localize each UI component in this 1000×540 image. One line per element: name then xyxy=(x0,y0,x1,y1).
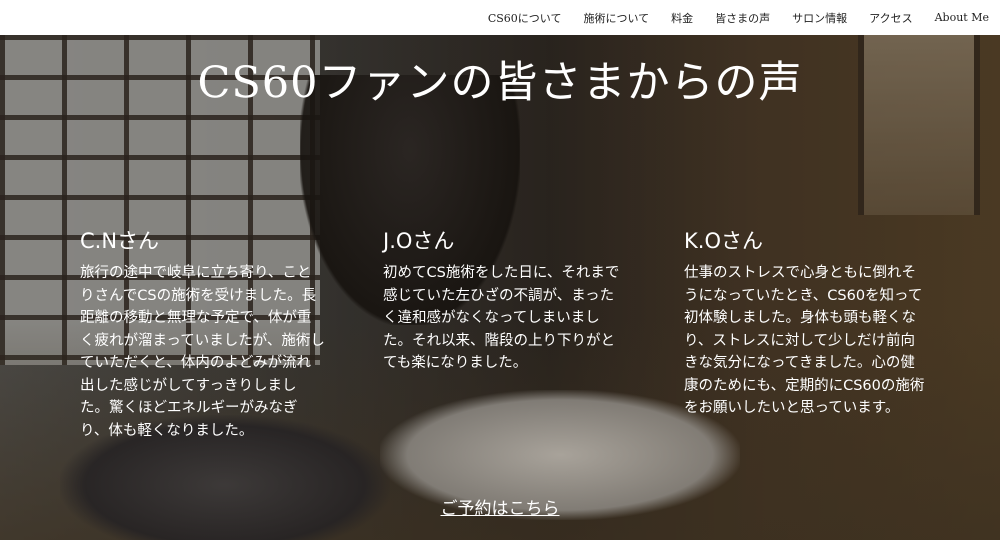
testimonial-text: 旅行の途中で岐阜に立ち寄り、ことりさんでCSの施術を受けました。長距離の移動と無… xyxy=(80,265,325,439)
nav-item-treatment[interactable]: 施術について xyxy=(583,10,649,26)
page-title: CS60ファンの皆さまからの声 xyxy=(197,58,803,108)
nav-item-about-cs60[interactable]: CS60について xyxy=(488,10,562,26)
testimonial-card: C.Nさん 旅行の途中で岐阜に立ち寄り、ことりさんでCSの施術を受けました。長距… xyxy=(80,228,325,442)
nav-item-pricing[interactable]: 料金 xyxy=(671,10,693,26)
nav-item-access[interactable]: アクセス xyxy=(869,10,912,26)
testimonial-name: J.Oさん xyxy=(383,229,455,253)
nav-item-testimonials[interactable]: 皆さまの声 xyxy=(715,10,770,26)
hero-section: CS60ファンの皆さまからの声 C.Nさん 旅行の途中で岐阜に立ち寄り、ことりさ… xyxy=(0,35,1000,540)
testimonial-card: K.Oさん 仕事のストレスで心身ともに倒れそうになっていたとき、CS60を知って… xyxy=(684,228,929,420)
testimonial-card: J.Oさん 初めてCS施術をした日に、それまで感じていた左ひざの不調が、まったく… xyxy=(383,228,628,375)
testimonial-text: 初めてCS施術をした日に、それまで感じていた左ひざの不調が、まったく違和感がなく… xyxy=(383,265,620,371)
top-navigation: CS60について 施術について 料金 皆さまの声 サロン情報 アクセス Abou… xyxy=(0,0,1000,35)
reservation-link-wrapper: ご予約はこちら xyxy=(0,494,1000,519)
testimonial-name: C.Nさん xyxy=(80,229,160,253)
testimonial-text: 仕事のストレスで心身ともに倒れそうになっていたとき、CS60を知って初体験しまし… xyxy=(684,265,925,416)
nav-item-salon-info[interactable]: サロン情報 xyxy=(792,10,847,26)
reservation-link[interactable]: ご予約はこちら xyxy=(441,499,560,519)
nav-item-about-me[interactable]: About Me xyxy=(935,11,989,24)
testimonial-name: K.Oさん xyxy=(684,229,763,253)
nav-menu: CS60について 施術について 料金 皆さまの声 サロン情報 アクセス Abou… xyxy=(466,0,989,35)
